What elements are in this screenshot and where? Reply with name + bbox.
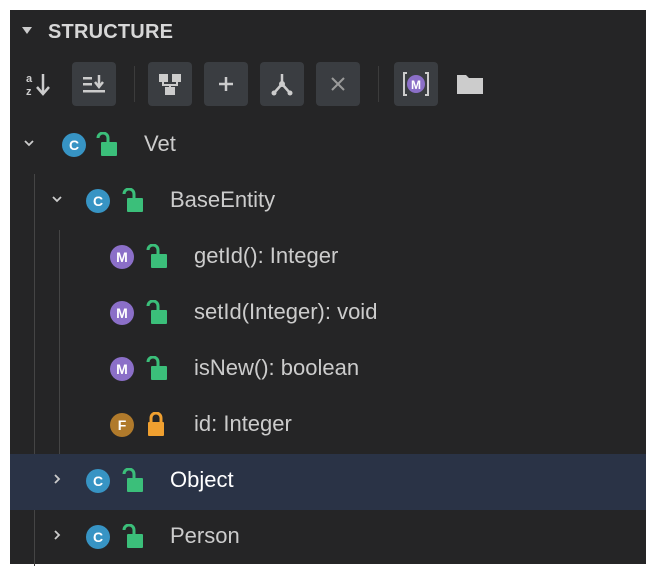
method-icon: M xyxy=(110,245,134,269)
svg-text:M: M xyxy=(411,78,421,92)
tree-item-label: setId(Integer): void xyxy=(194,299,378,324)
tree-row-getid[interactable]: M getId(): Integer xyxy=(10,230,646,286)
show-inherited-button[interactable] xyxy=(260,62,304,106)
tree-row-object[interactable]: C Object xyxy=(10,454,646,510)
field-icon: F xyxy=(110,413,134,437)
members-icon: M xyxy=(403,72,429,96)
chevron-right-icon[interactable] xyxy=(52,530,62,540)
class-icon: C xyxy=(86,189,110,213)
tree-row-person[interactable]: C Person xyxy=(10,510,646,566)
show-folder-button[interactable] xyxy=(448,62,492,106)
svg-text:z: z xyxy=(26,86,32,98)
collapse-all-button[interactable] xyxy=(316,62,360,106)
public-lock-icon xyxy=(122,468,143,492)
public-lock-icon xyxy=(122,188,143,212)
caret-down-icon[interactable] xyxy=(22,27,32,34)
inherit-icon xyxy=(271,74,293,96)
tree-item-label: BaseEntity xyxy=(170,187,276,212)
tree-item-label: id: Integer xyxy=(194,411,292,436)
tree-row-baseentity[interactable]: C BaseEntity xyxy=(10,174,646,230)
tree-item-label: Object xyxy=(170,467,234,492)
tree-row-vet[interactable]: C Vet xyxy=(10,118,646,174)
structure-toolbar: a z M xyxy=(10,58,646,108)
tree-row-id-field[interactable]: F id: Integer xyxy=(10,398,646,454)
chevron-right-icon[interactable] xyxy=(52,474,62,484)
close-icon xyxy=(331,77,345,91)
method-icon: M xyxy=(110,301,134,325)
public-lock-icon xyxy=(122,524,143,548)
expand-all-button[interactable] xyxy=(204,62,248,106)
public-lock-icon xyxy=(146,356,167,380)
sort-alphabetically-button[interactable]: a z xyxy=(16,62,60,106)
tree-item-label: getId(): Integer xyxy=(194,243,339,268)
svg-text:a: a xyxy=(26,73,33,85)
structure-panel: STRUCTURE a z M C Vet C BaseEntity M get… xyxy=(10,10,646,566)
hierarchy-icon xyxy=(159,74,181,95)
sort-by-visibility-button[interactable] xyxy=(72,62,116,106)
tree-item-label: isNew(): boolean xyxy=(194,355,360,380)
show-hierarchy-button[interactable] xyxy=(148,62,192,106)
section-title: STRUCTURE xyxy=(48,21,174,43)
class-icon: C xyxy=(62,133,86,157)
structure-section-header[interactable]: STRUCTURE xyxy=(10,10,646,52)
sort-lines-icon xyxy=(83,75,105,93)
protected-lock-icon xyxy=(148,412,164,436)
show-members-button[interactable]: M xyxy=(394,62,438,106)
class-icon: C xyxy=(86,469,110,493)
tree-row-isnew[interactable]: M isNew(): boolean xyxy=(10,342,646,398)
sort-az-icon: a z xyxy=(26,73,50,98)
public-lock-icon xyxy=(146,244,167,268)
tree-item-label: Vet xyxy=(144,131,176,156)
class-icon: C xyxy=(86,525,110,549)
tree-row-setid[interactable]: M setId(Integer): void xyxy=(10,286,646,342)
public-lock-icon xyxy=(146,300,167,324)
structure-tree: C Vet C BaseEntity M getId(): Integer M … xyxy=(10,118,646,566)
tree-item-label: Person xyxy=(170,523,240,548)
toolbar-separator xyxy=(134,66,135,102)
method-icon: M xyxy=(110,357,134,381)
plus-icon xyxy=(219,77,233,91)
folder-icon xyxy=(457,75,483,94)
chevron-down-icon[interactable] xyxy=(52,194,62,204)
public-lock-icon xyxy=(96,132,117,156)
toolbar-separator xyxy=(378,66,379,102)
chevron-down-icon[interactable] xyxy=(24,138,34,148)
